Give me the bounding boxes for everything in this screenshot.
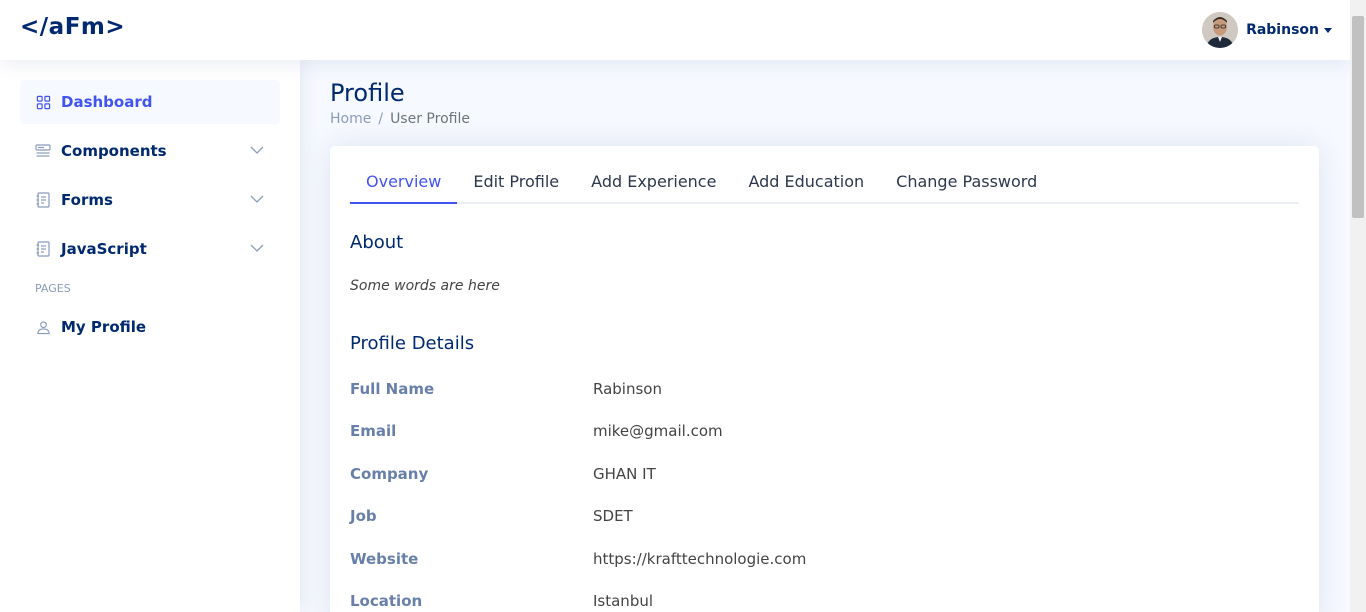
profile-card: Overview Edit Profile Add Experience Add… xyxy=(330,146,1319,612)
detail-label: Email xyxy=(350,422,397,440)
sidebar-item-label: My Profile xyxy=(61,318,147,336)
sidebar-item-components[interactable]: Components xyxy=(20,129,280,173)
logo[interactable]: </aFm> xyxy=(20,14,125,40)
grid-icon xyxy=(35,94,51,110)
scrollbar-thumb[interactable] xyxy=(1352,16,1364,218)
detail-row-job: Job SDET xyxy=(350,504,1250,528)
sidebar-item-label: JavaScript xyxy=(61,240,147,258)
detail-row-website: Website https://krafttechnologie.com xyxy=(350,547,1250,571)
tab-add-education[interactable]: Add Education xyxy=(732,166,880,204)
caret-down-icon[interactable] xyxy=(1324,27,1332,33)
detail-row-location: Location Istanbul xyxy=(350,589,1250,612)
detail-label: Company xyxy=(350,465,429,483)
detail-row-full-name: Full Name Rabinson xyxy=(350,377,1250,401)
chevron-down-icon xyxy=(250,192,264,210)
page-scrollbar[interactable] xyxy=(1350,0,1366,612)
main-content: Profile Home / User Profile Overview Edi… xyxy=(300,60,1350,612)
detail-value: SDET xyxy=(593,507,633,525)
detail-label: Full Name xyxy=(350,380,435,398)
top-header: </aFm> Rabinson xyxy=(0,0,1350,60)
breadcrumb-home[interactable]: Home xyxy=(330,111,371,127)
detail-value: Rabinson xyxy=(593,380,662,398)
sidebar-item-forms[interactable]: Forms xyxy=(20,178,280,222)
detail-label: Location xyxy=(350,592,423,610)
breadcrumb-separator: / xyxy=(378,111,384,127)
person-icon xyxy=(35,319,51,335)
menu-button-icon xyxy=(35,143,51,159)
chevron-down-icon xyxy=(250,143,264,161)
about-text: Some words are here xyxy=(350,278,500,294)
sidebar-item-label: Components xyxy=(61,142,167,160)
avatar[interactable] xyxy=(1202,12,1239,48)
sidebar-item-my-profile[interactable]: My Profile xyxy=(20,305,280,349)
sidebar-item-dashboard[interactable]: Dashboard xyxy=(20,80,280,124)
sidebar-item-label: Dashboard xyxy=(61,93,153,111)
about-heading: About xyxy=(350,232,404,253)
tab-edit-profile[interactable]: Edit Profile xyxy=(457,166,575,204)
profile-details-heading: Profile Details xyxy=(350,333,475,354)
chevron-down-icon xyxy=(250,241,264,259)
sidebar-item-label: Forms xyxy=(61,191,113,209)
detail-value: GHAN IT xyxy=(593,465,656,483)
detail-row-email: Email mike@gmail.com xyxy=(350,419,1250,443)
detail-row-company: Company GHAN IT xyxy=(350,462,1250,486)
tab-overview[interactable]: Overview xyxy=(350,166,458,204)
detail-label: Website xyxy=(350,550,419,568)
user-menu[interactable]: Rabinson xyxy=(1202,12,1332,48)
journal-text-icon xyxy=(35,192,51,208)
detail-value: https://krafttechnologie.com xyxy=(593,550,807,568)
sidebar: Dashboard Components Forms JavaScript PA… xyxy=(0,60,300,612)
breadcrumb-current: User Profile xyxy=(390,111,470,127)
detail-value: Istanbul xyxy=(593,592,654,610)
tab-change-password[interactable]: Change Password xyxy=(880,166,1053,204)
profile-tabs: Overview Edit Profile Add Experience Add… xyxy=(350,166,1299,204)
detail-value: mike@gmail.com xyxy=(593,422,723,440)
sidebar-item-javascript[interactable]: JavaScript xyxy=(20,227,280,271)
detail-label: Job xyxy=(350,507,377,525)
breadcrumb: Home / User Profile xyxy=(330,111,470,127)
sidebar-heading-pages: Pages xyxy=(35,282,71,295)
tab-add-experience[interactable]: Add Experience xyxy=(575,166,732,204)
user-name[interactable]: Rabinson xyxy=(1246,22,1319,38)
page-title: Profile xyxy=(330,79,405,107)
journal-text-icon xyxy=(35,241,51,257)
